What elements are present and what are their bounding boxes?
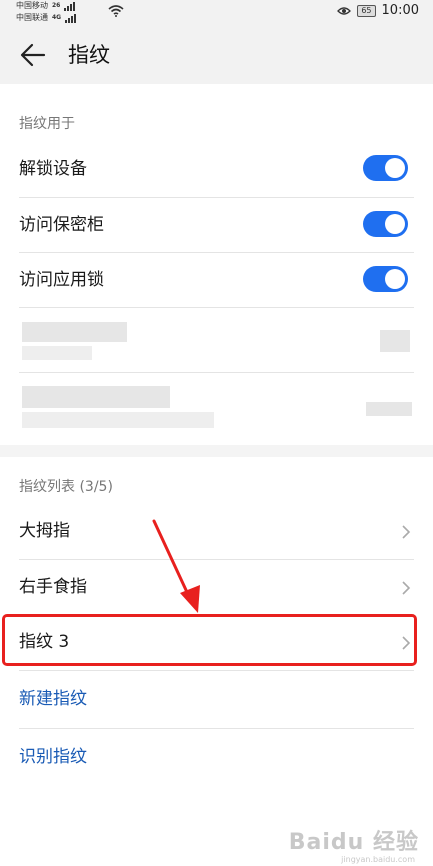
toggle-switch[interactable]: [363, 155, 408, 181]
identify-fingerprint-button[interactable]: 识别指纹: [0, 730, 433, 785]
redacted-text: [22, 386, 170, 408]
status-bar: 中国移动 26 中国联通 4G 65 10:00: [0, 0, 433, 24]
wifi-icon: [108, 5, 124, 17]
eye-comfort-icon: [337, 6, 352, 15]
redacted-control: [366, 402, 412, 416]
section-label-usage: 指纹用于: [19, 116, 75, 132]
section-label-list: 指纹列表 (3/5): [19, 479, 113, 495]
setting-label: 解锁设备: [19, 159, 87, 179]
toggle-knob: [385, 269, 405, 289]
divider: [19, 372, 414, 373]
divider: [19, 307, 414, 308]
divider: [19, 728, 414, 729]
new-fingerprint-label: 新建指纹: [19, 689, 87, 709]
signal-icon: [64, 1, 76, 11]
setting-row-safe[interactable]: 访问保密柜: [0, 198, 433, 253]
chevron-right-icon: [402, 581, 411, 595]
annotation-arrow-icon: [152, 519, 200, 613]
battery-indicator: 65: [357, 4, 376, 17]
identify-fingerprint-label: 识别指纹: [19, 747, 87, 767]
status-right: 65 10:00: [337, 3, 419, 18]
carrier-1: 中国移动: [16, 1, 48, 10]
fingerprint-item-right-index[interactable]: 右手食指: [0, 560, 433, 615]
new-fingerprint-button[interactable]: 新建指纹: [0, 672, 433, 727]
clock: 10:00: [381, 3, 419, 18]
signal-icon: [65, 13, 77, 23]
divider: [19, 670, 414, 671]
section-gap: [0, 445, 433, 457]
fingerprint-label: 大拇指: [19, 521, 70, 541]
toggle-knob: [385, 214, 405, 234]
back-arrow-icon[interactable]: [20, 42, 46, 68]
carrier-info: 中国移动 26 中国联通 4G: [16, 0, 77, 24]
toggle-knob: [385, 158, 405, 178]
highlight-box: [2, 614, 417, 666]
redacted-text: [22, 322, 127, 342]
setting-label: 访问应用锁: [19, 270, 104, 290]
toggle-switch[interactable]: [363, 266, 408, 292]
title-bar: 指纹: [0, 24, 433, 84]
toggle-switch[interactable]: [363, 211, 408, 237]
page-title: 指纹: [68, 43, 110, 67]
watermark-url: jingyan.baidu.com: [341, 855, 415, 864]
setting-label: 访问保密柜: [19, 215, 104, 235]
redacted-text: [22, 412, 214, 428]
chevron-right-icon: [402, 525, 411, 539]
setting-row-unlock-device[interactable]: 解锁设备: [0, 142, 433, 197]
carrier-2-network: 4G: [52, 14, 62, 21]
fingerprint-item-thumb[interactable]: 大拇指: [0, 504, 433, 559]
watermark-logo: Baidu 经验: [288, 830, 419, 855]
redacted-control: [380, 330, 410, 352]
setting-row-app-lock[interactable]: 访问应用锁: [0, 253, 433, 308]
fingerprint-label: 右手食指: [19, 577, 87, 597]
carrier-1-network: 26: [52, 2, 61, 9]
redacted-text: [22, 346, 92, 360]
carrier-2: 中国联通: [16, 13, 48, 22]
